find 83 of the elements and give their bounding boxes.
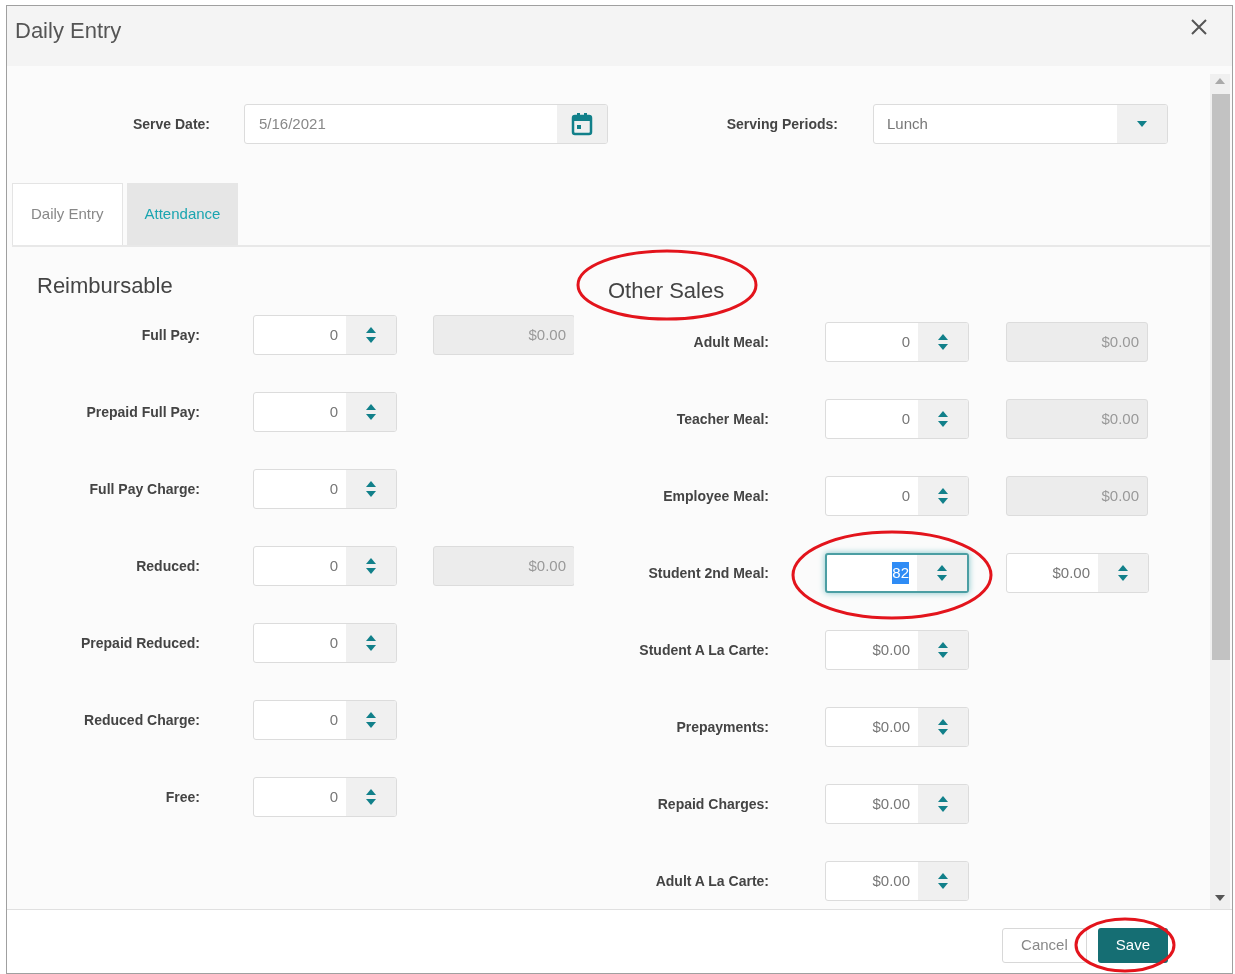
amount-field: $0.00 bbox=[1006, 476, 1148, 516]
window-title: Daily Entry bbox=[15, 17, 122, 45]
up-down-arrows-icon[interactable] bbox=[936, 564, 948, 582]
number-spinner[interactable]: 0 bbox=[253, 546, 397, 586]
tab[interactable]: Daily Entry bbox=[12, 183, 123, 245]
up-down-arrows-icon[interactable] bbox=[937, 487, 949, 505]
number-spinner[interactable]: $0.00 bbox=[825, 861, 969, 901]
number-spinner[interactable]: 82 bbox=[825, 553, 969, 593]
up-down-arrows-icon[interactable] bbox=[937, 410, 949, 428]
spinner-value: $0.00 bbox=[872, 716, 910, 737]
caret-icon bbox=[1137, 121, 1147, 127]
section-heading: Other Sales bbox=[608, 278, 725, 303]
number-spinner[interactable]: 0 bbox=[825, 476, 969, 516]
field-label: Free: bbox=[164, 787, 200, 807]
spinner-value: 0 bbox=[329, 401, 338, 422]
field-label: Full Pay: bbox=[140, 325, 200, 345]
spinner-value: 0 bbox=[901, 408, 910, 429]
field-label: Student A La Carte: bbox=[638, 640, 769, 660]
close-icon[interactable] bbox=[1190, 18, 1208, 36]
amount-field: $0.00 bbox=[433, 546, 574, 586]
field-label: Employee Meal: bbox=[662, 486, 769, 506]
save-button[interactable]: Save bbox=[1097, 928, 1168, 963]
number-spinner[interactable]: 0 bbox=[253, 392, 397, 432]
up-down-arrows-icon[interactable] bbox=[365, 480, 377, 498]
number-spinner[interactable]: 0 bbox=[253, 315, 397, 355]
scrollbar[interactable] bbox=[1210, 74, 1230, 909]
up-down-arrows-icon[interactable] bbox=[365, 788, 377, 806]
number-spinner[interactable]: $0.00 bbox=[825, 707, 969, 747]
field-label: Prepaid Full Pay: bbox=[85, 402, 200, 422]
field-label: Prepayments: bbox=[675, 717, 769, 737]
spinner-value: $0.00 bbox=[872, 639, 910, 660]
field-label: Adult A La Carte: bbox=[654, 871, 769, 891]
field-label: Serve Date: bbox=[131, 114, 210, 134]
spinner-value: 82 bbox=[892, 561, 909, 585]
up-down-arrows-icon[interactable] bbox=[365, 711, 377, 729]
number-spinner[interactable]: $0.00 bbox=[825, 784, 969, 824]
up-down-arrows-icon[interactable] bbox=[365, 634, 377, 652]
up-down-arrows-icon[interactable] bbox=[1117, 564, 1129, 582]
field-label: Student 2nd Meal: bbox=[647, 563, 769, 583]
number-spinner[interactable]: 0 bbox=[253, 700, 397, 740]
spinner-value: 0 bbox=[329, 324, 338, 345]
number-spinner[interactable]: $0.00 bbox=[825, 630, 969, 670]
up-down-arrows-icon[interactable] bbox=[365, 557, 377, 575]
number-spinner[interactable]: 0 bbox=[253, 469, 397, 509]
up-down-arrows-icon[interactable] bbox=[365, 326, 377, 344]
number-spinner[interactable]: 0 bbox=[253, 777, 397, 817]
number-spinner[interactable]: 0 bbox=[825, 399, 969, 439]
up-down-arrows-icon[interactable] bbox=[937, 333, 949, 351]
spinner-value: 0 bbox=[329, 555, 338, 576]
spinner-value: 0 bbox=[901, 331, 910, 352]
spinner-value: 0 bbox=[329, 632, 338, 653]
section-heading: Reimbursable bbox=[37, 273, 173, 298]
up-down-arrows-icon[interactable] bbox=[937, 641, 949, 659]
number-spinner[interactable]: 0 bbox=[253, 623, 397, 663]
amount-field: $0.00 bbox=[1006, 399, 1148, 439]
amount-spinner[interactable]: $0.00 bbox=[1006, 553, 1149, 593]
cancel-button[interactable]: Cancel bbox=[1002, 928, 1087, 963]
field-label: Repaid Charges: bbox=[656, 794, 769, 814]
tab[interactable]: Attendance bbox=[126, 183, 239, 245]
calendar-icon[interactable] bbox=[571, 112, 593, 136]
field-label: Serving Periods: bbox=[725, 114, 838, 134]
spinner-value: $0.00 bbox=[872, 870, 910, 891]
serving-period-select[interactable]: Lunch bbox=[873, 104, 1168, 144]
number-spinner[interactable]: 0 bbox=[825, 322, 969, 362]
field-label: Reduced Charge: bbox=[83, 710, 200, 730]
spinner-value: 0 bbox=[329, 786, 338, 807]
date-field[interactable]: 5/16/2021 bbox=[244, 104, 608, 144]
field-label: Reduced: bbox=[135, 556, 200, 576]
spinner-value: $0.00 bbox=[872, 793, 910, 814]
spinner-value: 0 bbox=[329, 709, 338, 730]
spinner-value: 0 bbox=[329, 478, 338, 499]
amount-field: $0.00 bbox=[1006, 322, 1148, 362]
amount-field: $0.00 bbox=[433, 315, 574, 355]
field-label: Full Pay Charge: bbox=[88, 479, 200, 499]
scroll-down-arrow-icon[interactable] bbox=[1215, 895, 1225, 901]
spinner-value: 0 bbox=[901, 485, 910, 506]
up-down-arrows-icon[interactable] bbox=[365, 403, 377, 421]
up-down-arrows-icon[interactable] bbox=[937, 795, 949, 813]
up-down-arrows-icon[interactable] bbox=[937, 718, 949, 736]
up-down-arrows-icon[interactable] bbox=[937, 872, 949, 890]
field-label: Teacher Meal: bbox=[675, 409, 769, 429]
field-label: Adult Meal: bbox=[692, 332, 769, 352]
field-label: Prepaid Reduced: bbox=[79, 633, 200, 653]
